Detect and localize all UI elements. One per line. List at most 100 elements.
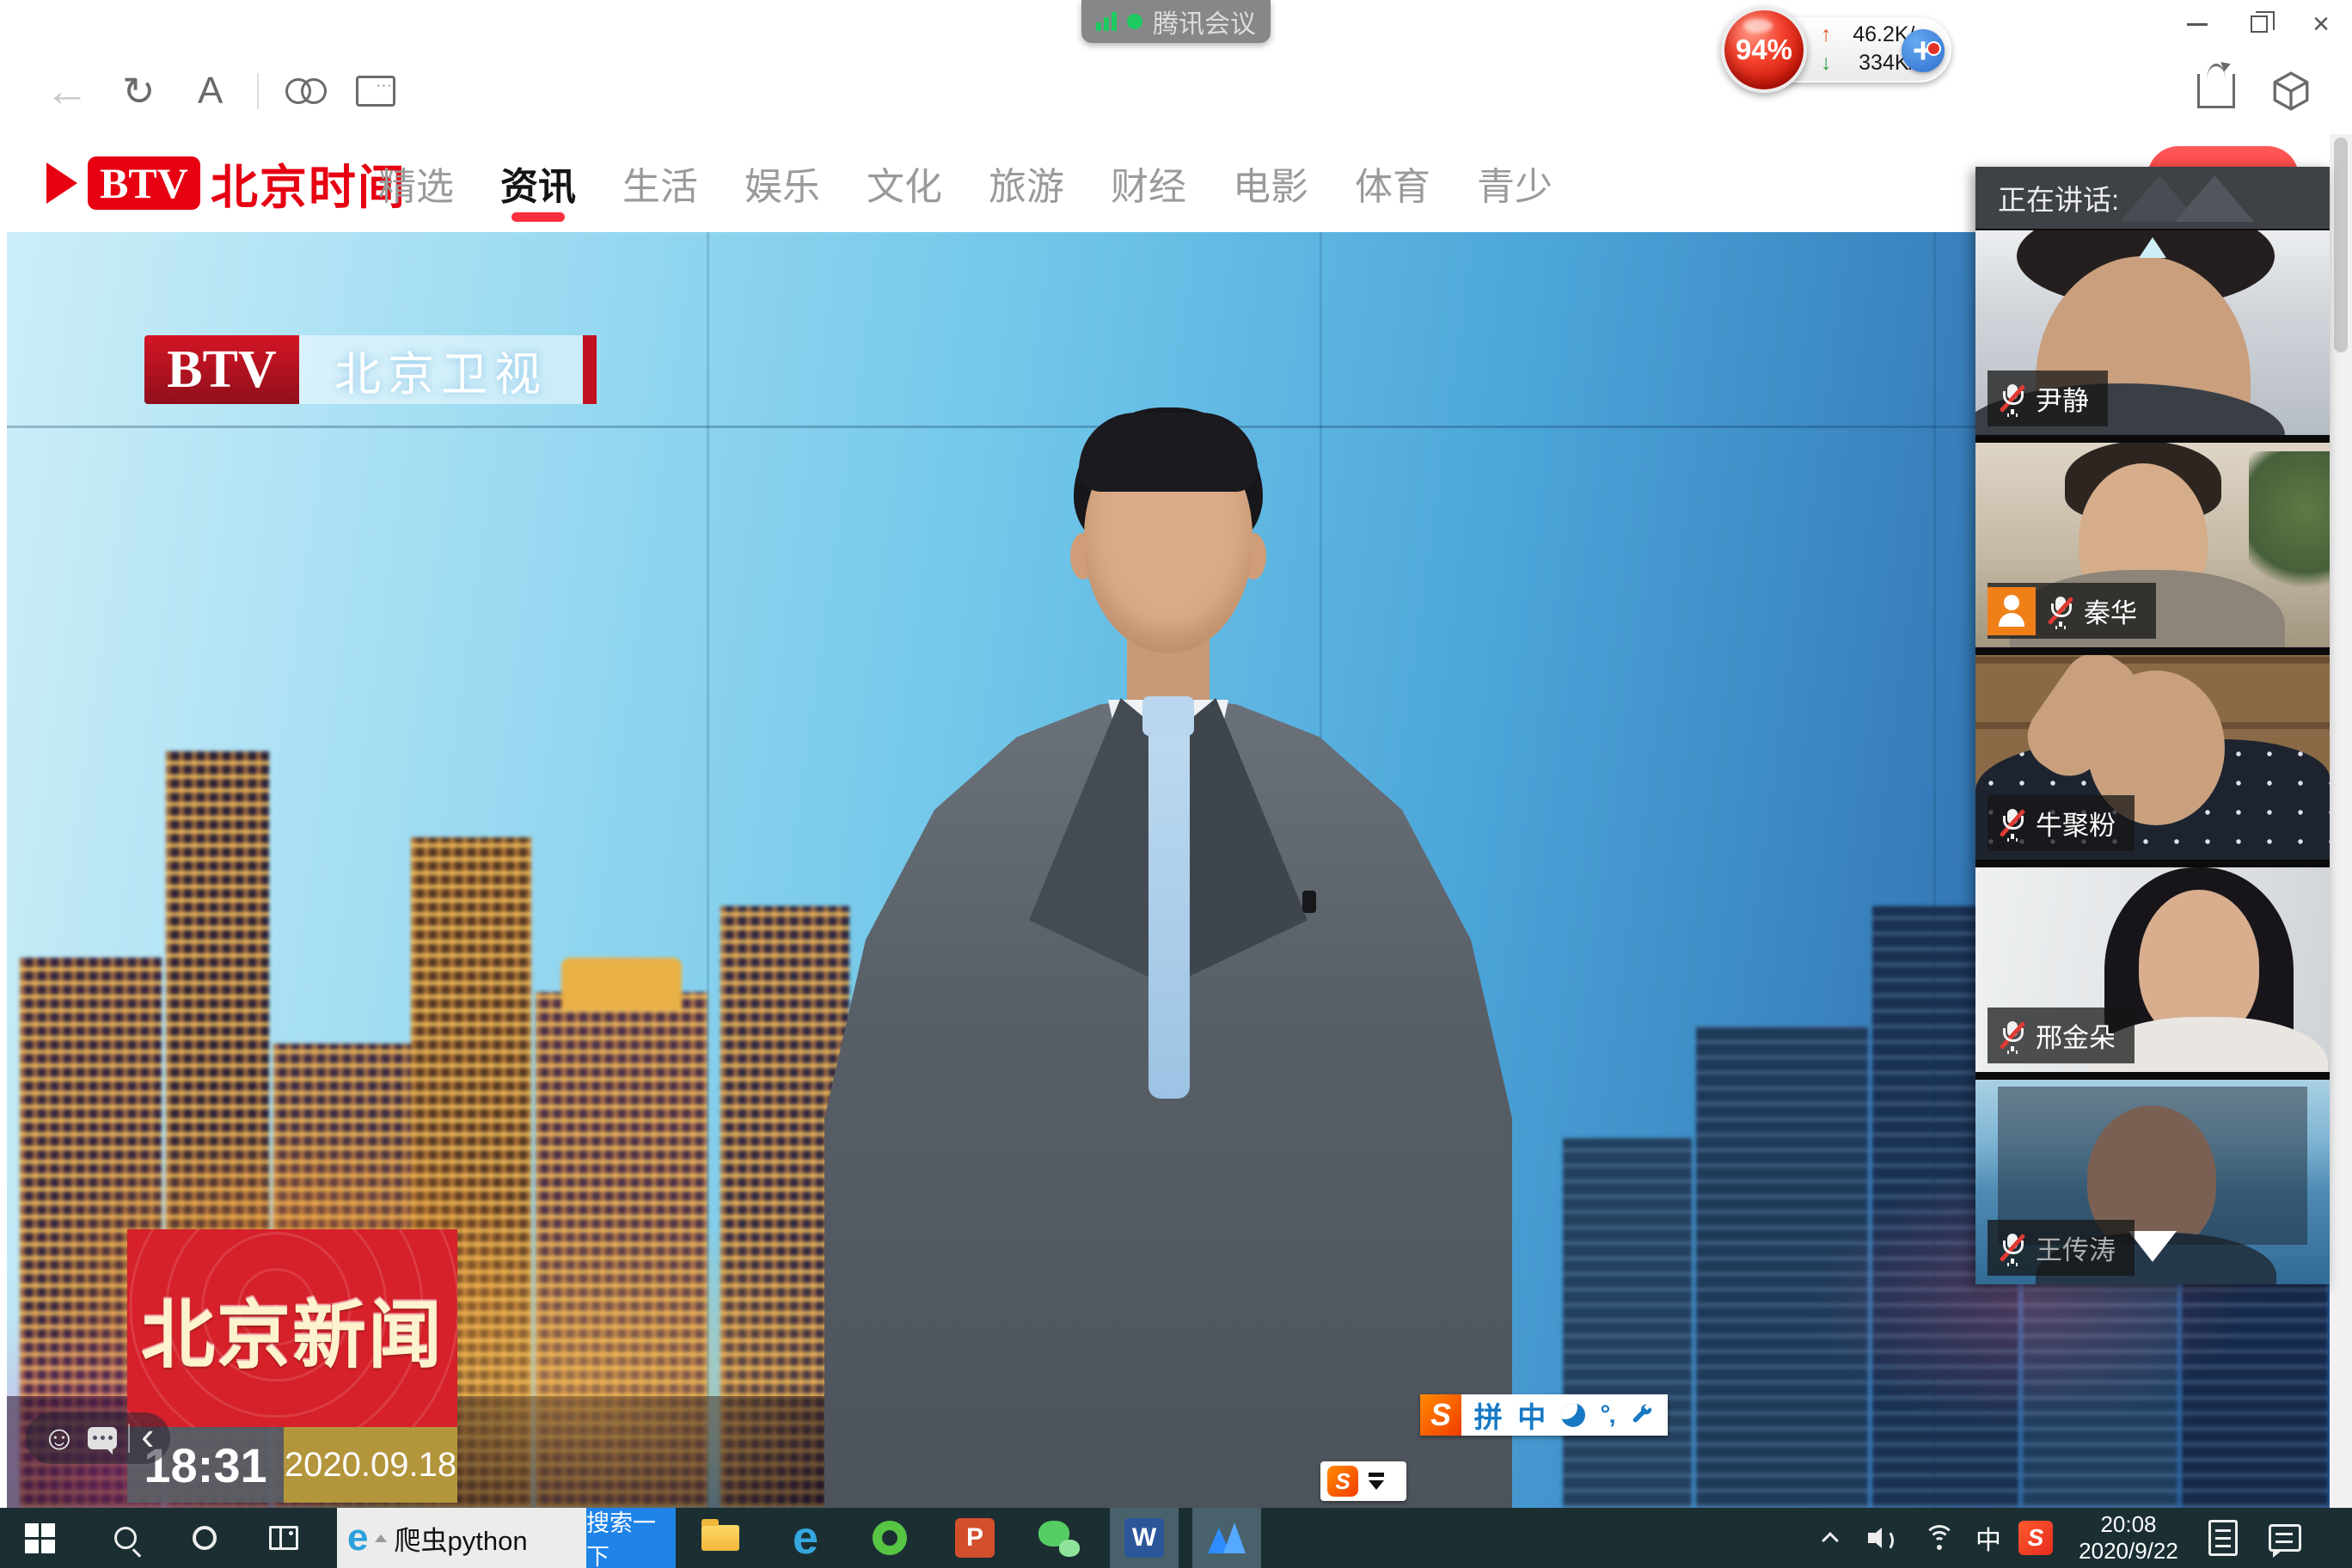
tab-entertainment[interactable]: 娱乐	[744, 134, 820, 232]
cube-icon	[2269, 70, 2312, 113]
app-center-button[interactable]	[2269, 70, 2312, 113]
taskbar-clock[interactable]: 20:08 2020/9/22	[2061, 1508, 2196, 1568]
volume-icon	[1868, 1526, 1897, 1550]
sogou-mini-bar[interactable]: S	[1320, 1461, 1406, 1501]
share-button[interactable]	[2197, 74, 2235, 108]
close-button[interactable]: ×	[2290, 0, 2352, 48]
window-manager-button[interactable]	[356, 76, 395, 107]
restore-icon	[2251, 15, 2268, 33]
task-view-icon	[269, 1526, 298, 1550]
tab-youth[interactable]: 青少	[1477, 134, 1553, 232]
dropdown-up-icon	[375, 1534, 387, 1542]
taskbar-search-box[interactable]: e 爬虫python	[337, 1508, 586, 1568]
sogou-mini-logo: S	[1327, 1466, 1358, 1497]
word-button[interactable]: W	[1110, 1508, 1179, 1568]
action-center-button[interactable]	[2257, 1508, 2312, 1568]
powerpoint-button[interactable]: P	[945, 1508, 1005, 1568]
participant-tile-2[interactable]: 秦华	[1975, 443, 2330, 647]
refresh-button[interactable]: ↻	[122, 68, 156, 114]
participant-name: 邢金朵	[2036, 1016, 2116, 1055]
tab-news[interactable]: 资讯	[500, 134, 576, 232]
memory-percent: 94%	[1736, 34, 1792, 66]
participant-nameplate: 邢金朵	[1988, 1008, 2135, 1063]
task-view-button[interactable]	[260, 1508, 308, 1568]
watermark-bar	[583, 335, 597, 404]
site-nav-tabs: 精选 资讯 生活 娱乐 文化 旅游 财经 电影 体育 青少	[378, 134, 1553, 232]
memory-percent-ball[interactable]: 94%	[1721, 7, 1807, 93]
participant-tile-3[interactable]: 牛聚粉	[1975, 655, 2330, 860]
refresh-icon: ↻	[122, 68, 156, 114]
file-explorer-button[interactable]	[690, 1508, 750, 1568]
wrench-icon[interactable]	[1629, 1402, 1655, 1428]
ime-collapse-control[interactable]	[1369, 1473, 1384, 1490]
tab-finance[interactable]: 财经	[1111, 134, 1186, 232]
host-icon	[1988, 587, 2036, 635]
overlay-divider	[128, 1424, 130, 1453]
tab-sports[interactable]: 体育	[1355, 134, 1430, 232]
tab-travel[interactable]: 旅游	[989, 134, 1064, 232]
scroll-down-icon[interactable]	[2128, 1231, 2177, 1262]
page-scrollbar[interactable]	[2330, 134, 2352, 1508]
taskbar-search-button[interactable]	[101, 1508, 150, 1568]
download-arrow-icon: ↓	[1821, 51, 1843, 76]
mic-muted-icon	[2000, 1233, 2025, 1264]
back-icon: ←	[45, 65, 89, 117]
participant-list: 尹静 秦华 牛聚粉	[1975, 229, 2330, 1284]
volume-button[interactable]	[1857, 1508, 1908, 1568]
minimize-button[interactable]	[2166, 0, 2228, 48]
link-button[interactable]	[282, 77, 330, 106]
wifi-button[interactable]	[1914, 1508, 1965, 1568]
add-button[interactable]: +	[1902, 29, 1945, 72]
moon-icon[interactable]	[1561, 1403, 1585, 1427]
participant-tile-4[interactable]: 邢金朵	[1975, 867, 2330, 1072]
browser-360-button[interactable]	[860, 1508, 920, 1568]
cortana-button[interactable]	[181, 1508, 229, 1568]
start-button[interactable]	[15, 1508, 64, 1568]
search-go-button[interactable]: 搜索一下	[586, 1508, 676, 1568]
edge-button[interactable]: e	[775, 1508, 836, 1568]
back-button[interactable]: ←	[45, 65, 89, 117]
play-triangle-icon	[46, 162, 77, 204]
tab-movie[interactable]: 电影	[1233, 134, 1308, 232]
videowall-seam	[1933, 232, 1936, 1508]
restore-button[interactable]	[2228, 0, 2290, 48]
videowall-seam	[707, 232, 709, 1508]
watermark-channel-name: 北京卫视	[299, 335, 583, 404]
network-speed-widget[interactable]: 94% ↑ 46.2K/s ↓ 334K/s +	[1721, 10, 1951, 89]
mic-muted-icon	[2000, 808, 2025, 839]
comment-button[interactable]	[88, 1427, 117, 1449]
ime-chinese-mode[interactable]: 中	[1517, 1394, 1546, 1436]
close-icon: ×	[2312, 9, 2330, 39]
notes-tray-button[interactable]	[2197, 1508, 2249, 1568]
collapse-button[interactable]: ‹	[141, 1416, 154, 1455]
wechat-icon	[1038, 1519, 1080, 1557]
sogou-logo[interactable]: S	[1420, 1394, 1461, 1436]
program-title-box: 北京新闻	[127, 1229, 457, 1427]
toolbar-divider	[257, 73, 259, 109]
site-name: 北京时间	[211, 149, 407, 217]
program-title: 北京新闻	[141, 1275, 444, 1382]
sogou-tray-button[interactable]: S	[2012, 1508, 2060, 1568]
font-button[interactable]: A	[198, 70, 223, 113]
emoji-button[interactable]: ☺	[41, 1421, 77, 1455]
tray-expand-button[interactable]	[1807, 1508, 1853, 1568]
participant-tile-5[interactable]: 王传涛	[1975, 1080, 2330, 1284]
scrollbar-thumb[interactable]	[2334, 138, 2348, 352]
recording-dot-icon	[1127, 14, 1142, 29]
tab-life[interactable]: 生活	[622, 134, 698, 232]
wechat-button[interactable]	[1029, 1508, 1089, 1568]
punctuation-icon[interactable]: °‚	[1600, 1400, 1614, 1430]
participant-name: 秦华	[2084, 591, 2137, 630]
meeting-title-pill[interactable]: 腾讯会议	[1081, 0, 1271, 43]
participant-nameplate: 牛聚粉	[1988, 795, 2135, 851]
notification-icon	[2269, 1524, 2301, 1552]
language-indicator[interactable]: 中	[1967, 1508, 2010, 1568]
meeting-app-button[interactable]	[1192, 1508, 1261, 1568]
tab-culture[interactable]: 文化	[867, 134, 942, 232]
ime-pinyin-mode[interactable]: 拼	[1474, 1394, 1503, 1436]
mic-muted-icon	[2000, 383, 2025, 414]
participant-tile-1[interactable]: 尹静	[1975, 230, 2330, 435]
meeting-logo-icon	[2120, 175, 2266, 222]
tab-featured[interactable]: 精选	[378, 134, 454, 232]
site-logo[interactable]: BTV 北京时间	[46, 134, 407, 232]
